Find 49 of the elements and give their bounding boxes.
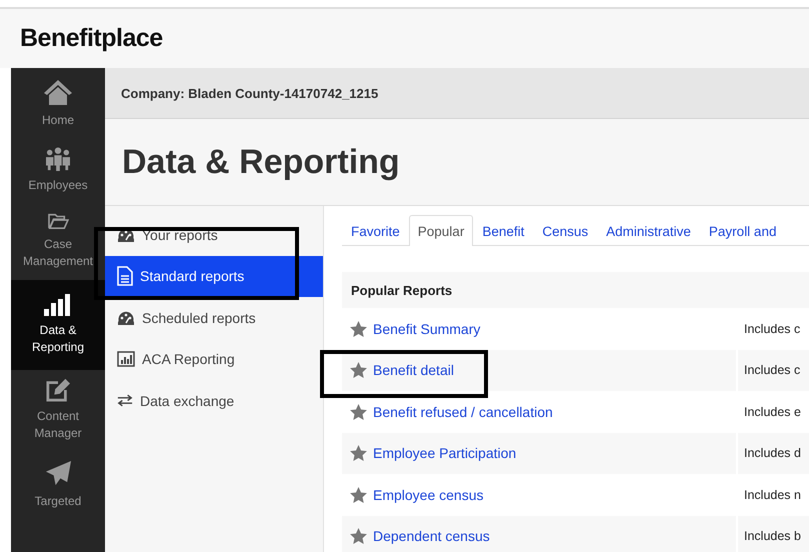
subnav-item[interactable]: Data exchange bbox=[105, 380, 323, 422]
report-link[interactable]: Employee census bbox=[373, 486, 484, 503]
star-icon[interactable] bbox=[350, 445, 367, 462]
star-icon[interactable] bbox=[350, 486, 367, 503]
report-description: Includes b bbox=[744, 529, 801, 544]
report-description: Includes n bbox=[744, 488, 801, 502]
swap-arrows-icon bbox=[117, 394, 133, 408]
tab[interactable]: Census bbox=[533, 215, 598, 246]
report-link[interactable]: Dependent census bbox=[373, 528, 490, 544]
subnav-item[interactable]: ACA Reporting bbox=[105, 338, 323, 380]
subnav-item[interactable]: Your reports bbox=[105, 214, 323, 256]
star-icon[interactable] bbox=[350, 320, 367, 337]
report-description: Includes c bbox=[744, 322, 800, 336]
home-icon bbox=[43, 78, 73, 106]
report-description: Includes e bbox=[744, 404, 801, 419]
logo: Benefitplace bbox=[20, 24, 163, 53]
report-description: Includes d bbox=[744, 446, 801, 460]
nav-item[interactable]: Content Manager bbox=[11, 370, 105, 452]
star-icon[interactable] bbox=[350, 362, 367, 378]
folder-icon bbox=[47, 212, 69, 230]
tab[interactable]: Popular bbox=[408, 215, 474, 246]
report-description: Includes c bbox=[744, 363, 800, 378]
report-link[interactable]: Benefit refused / cancellation bbox=[373, 404, 553, 420]
nav-item[interactable]: Home bbox=[11, 68, 105, 139]
paper-plane-icon bbox=[44, 460, 72, 487]
page-title: Data & Reporting bbox=[122, 142, 400, 182]
company-name: Company: Bladen County-14170742_1215 bbox=[121, 86, 378, 100]
nav-item[interactable]: Case Management bbox=[11, 204, 105, 280]
nav-item[interactable]: Targeted bbox=[11, 452, 105, 520]
gauge-icon bbox=[117, 310, 135, 325]
report-link[interactable]: Benefit detail bbox=[373, 362, 454, 378]
tab[interactable]: Favorite bbox=[342, 215, 409, 246]
nav-item[interactable]: Employees bbox=[11, 139, 105, 204]
people-icon bbox=[45, 147, 71, 171]
star-icon[interactable] bbox=[350, 528, 367, 544]
subnav-item[interactable]: Standard reports bbox=[105, 256, 323, 297]
tab[interactable]: Administrative bbox=[597, 215, 700, 246]
tab[interactable]: Payroll and bbox=[700, 215, 786, 246]
star-icon[interactable] bbox=[350, 404, 367, 420]
nav-item[interactable]: Data & Reporting bbox=[11, 280, 105, 370]
chart-icon bbox=[117, 351, 135, 368]
report-link[interactable]: Benefit Summary bbox=[373, 320, 480, 337]
tab[interactable]: Benefit bbox=[473, 215, 534, 246]
bar-chart-icon bbox=[44, 294, 72, 316]
document-icon bbox=[117, 266, 133, 286]
edit-icon bbox=[45, 378, 71, 402]
subnav-item[interactable]: Scheduled reports bbox=[105, 297, 323, 338]
table-title: Popular Reports bbox=[351, 282, 452, 298]
report-link[interactable]: Employee Participation bbox=[373, 445, 516, 462]
